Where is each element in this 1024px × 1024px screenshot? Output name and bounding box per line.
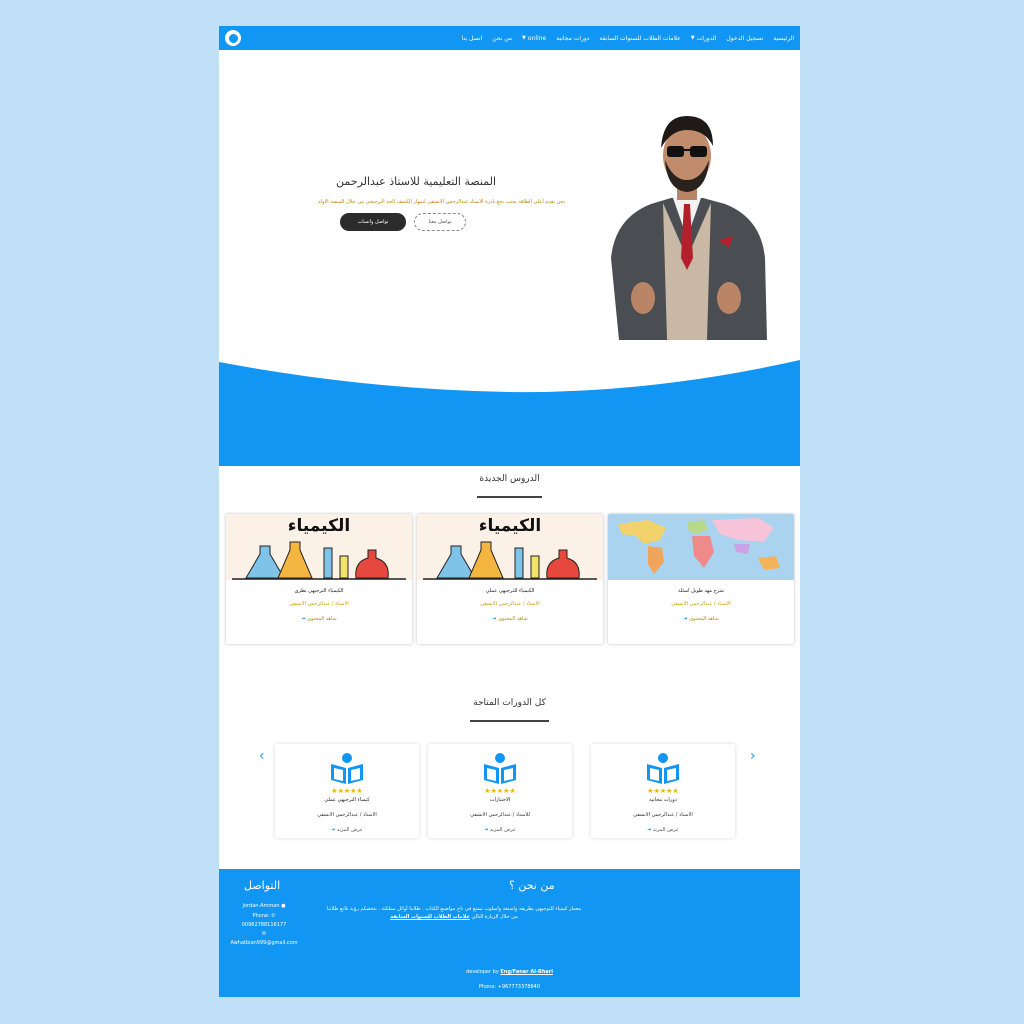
about-text: معمار كيمياء للتوجيهي بطريقة واستعة واسل…: [326, 906, 581, 920]
lesson-title: شرح مهد طويل اسئلة: [678, 588, 724, 594]
courses-title-underline: [470, 720, 549, 722]
lesson-author: الاستاذ / عبدالرحمن الانشقي: [289, 601, 349, 607]
hero-section: المنصة التعليمية للاستاذ عبدالرحمن نحن ن…: [219, 50, 800, 466]
nav-contact[interactable]: اتصل بنا: [462, 35, 482, 42]
hero-wave: [219, 360, 800, 466]
arrow-icon: ➜: [331, 827, 336, 833]
lesson-title: الكيمياء الترجيهي نظري: [294, 588, 344, 594]
nav-home[interactable]: الرئيسية: [773, 35, 794, 42]
lesson-author: الاستاذ / عبدالرحمن الانشقي: [480, 601, 540, 607]
top-navbar: الرئيسية تسجيل الدخول الدورات ▼ علامات ال…: [219, 26, 800, 50]
arrow-icon: ➜: [301, 616, 306, 622]
chemistry-thumbnail: الكيمياء: [226, 514, 412, 580]
lesson-title: الكيمياء للترجيهي عملي: [485, 588, 535, 594]
chemistry-word: الكيمياء: [287, 516, 351, 536]
phone-line: Phone: ✆: [252, 913, 276, 919]
logo-icon[interactable]: [225, 30, 241, 46]
course-name: كيمياء الترجيهي عملي: [324, 797, 370, 803]
hero-title: المنصة التعليمية للاستاذ عبدالرحمن: [336, 175, 496, 188]
location-icon: ●: [281, 903, 286, 909]
course-card[interactable]: ★★★★★ الاختبارات للاستاذ / عبدالرحمن الا…: [428, 744, 572, 838]
lessons-title-underline: [477, 496, 542, 498]
chemistry-word: الكيمياء: [478, 516, 542, 536]
teacher-photo: [611, 116, 767, 340]
course-card[interactable]: ★★★★★ دورات مجانية الاستاذ / عبدالرحمن ا…: [591, 744, 735, 838]
lesson-card[interactable]: شرح مهد طويل اسئلة الاستاذ / عبدالرحمن ا…: [608, 514, 794, 644]
developer-link[interactable]: Eng/Fanar Al-Bhari: [500, 969, 553, 975]
lesson-more-link[interactable]: شاهد المحتوى ➜: [608, 616, 794, 622]
course-teacher: للاستاذ / عبدالرحمن الانشقي: [470, 812, 530, 818]
hero-subtitle: نحن نقدم أعلى الطاقة يحتب نخع بادرة الاس…: [317, 199, 565, 205]
lessons-section-title: الدروس الجديدة: [479, 474, 540, 484]
nav-online-label: online: [527, 34, 547, 42]
phone-icon: ✆: [271, 913, 276, 919]
lesson-card[interactable]: الكيمياء الكيمياء الترجيهي نظري الاستاذ …: [226, 514, 412, 644]
whatsapp-button[interactable]: تواصل واتساب: [340, 213, 406, 231]
nav-online[interactable]: online ▼: [522, 35, 546, 42]
book-reader-icon: [484, 753, 516, 784]
email-icon: ✉: [261, 931, 267, 937]
nav-courses[interactable]: الدورات ▼: [691, 35, 717, 42]
caret-down-icon: ▼: [522, 35, 526, 41]
page: الرئيسية تسجيل الدخول الدورات ▼ علامات ال…: [219, 26, 800, 997]
caret-down-icon: ▼: [690, 35, 695, 41]
about-title: من نحن ؟: [509, 879, 555, 892]
book-reader-icon: [647, 753, 679, 784]
chevron-left-icon[interactable]: ‹: [259, 748, 265, 764]
email-address[interactable]: Awhatbian999@gmail.com: [219, 940, 309, 946]
course-name: دورات مجانية: [649, 797, 677, 803]
world-map-thumbnail: [608, 514, 794, 580]
lesson-more-link[interactable]: شاهد المحتوى ➜: [417, 616, 603, 622]
location-line: Jordan-Amman ●: [242, 903, 286, 909]
arrow-icon: ➜: [683, 616, 688, 622]
arrow-icon: ➜: [484, 827, 489, 833]
course-teacher: الاستاذ / عبدالرحمن الانشقي: [317, 812, 377, 818]
course-teacher: الاستاذ / عبدالرحمن الانشقي: [633, 812, 693, 818]
course-name: الاختبارات: [489, 797, 511, 803]
contact-title: التواصل: [244, 879, 281, 892]
phone-number[interactable]: 00962788116177: [219, 922, 309, 928]
lesson-author: الاستاذ / عبدالرحمن الانشقي: [671, 601, 731, 607]
arrow-icon: ➜: [492, 616, 497, 622]
lesson-card[interactable]: الكيمياء الكيمياء للترجيهي عملي الاستاذ …: [417, 514, 603, 644]
rating-stars: ★★★★★: [484, 787, 516, 795]
rating-stars: ★★★★★: [647, 787, 679, 795]
chemistry-thumbnail: الكيمياء: [417, 514, 603, 580]
nav-login[interactable]: تسجيل الدخول: [726, 35, 763, 42]
course-card[interactable]: ★★★★★ كيمياء الترجيهي عملي الاستاذ / عبد…: [275, 744, 419, 838]
nav-free-courses[interactable]: دورات مجانية: [556, 35, 589, 42]
student-marks-link[interactable]: علامات الطلاب للسنوات السابقة: [390, 914, 470, 920]
contact-button[interactable]: تواصل معنا: [414, 213, 466, 231]
nav-student-marks[interactable]: علامات الطلاب للسنوات السابقة: [600, 35, 681, 42]
arrow-icon: ➜: [647, 827, 652, 833]
course-more-link[interactable]: عرض المزيد ➜: [428, 827, 572, 833]
book-reader-icon: [331, 753, 363, 784]
footer: من نحن ؟ معمار كيمياء للتوجيهي بطريقة وا…: [219, 869, 800, 997]
developer-credit: developer by Eng/Fanar Al-Bhari: [466, 969, 553, 975]
rating-stars: ★★★★★: [331, 787, 363, 795]
lesson-more-link[interactable]: شاهد المحتوى ➜: [226, 616, 412, 622]
developer-phone: Phone: +967773378840: [478, 984, 541, 990]
courses-section-title: كل الدورات المتاحة: [473, 698, 546, 708]
nav-about[interactable]: من نحن: [492, 35, 512, 42]
chevron-right-icon[interactable]: ›: [750, 748, 756, 764]
course-more-link[interactable]: عرض المزيد ➜: [275, 827, 419, 833]
nav-courses-label: الدورات: [696, 34, 717, 42]
course-more-link[interactable]: عرض المزيد ➜: [591, 827, 735, 833]
